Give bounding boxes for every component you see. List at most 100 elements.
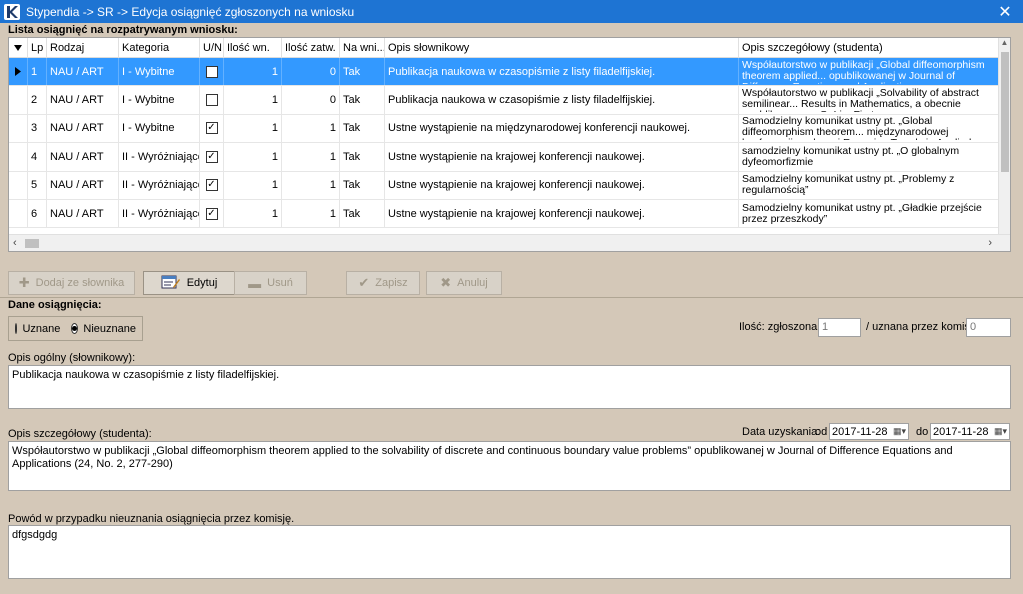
cell-lp: 6 xyxy=(28,199,47,228)
table-row[interactable]: 3 NAU / ART I - Wybitne ✓ 1 1 Tak Ustne … xyxy=(9,114,999,144)
cell-opis-szczegolowy: Samodzielny komunikat ustny pt. „Problem… xyxy=(739,172,999,199)
cell-opis-szczegolowy-text: Współautorstwo w publikacji „Solvability… xyxy=(742,88,979,112)
cell-ilosc-zatw: 0 xyxy=(282,86,340,114)
qty-reported-label: Ilość: zgłoszona xyxy=(739,321,818,333)
col-header-rodzaj[interactable]: Rodzaj xyxy=(47,38,119,58)
reason-label: Powód w przypadku nieuznania osiągnięcia… xyxy=(8,513,295,525)
cell-opis-slownikowy: Ustne wystąpienie na krajowej konferencj… xyxy=(385,143,739,171)
cell-opis-szczegolowy: Współautorstwo w publikacji „Solvability… xyxy=(739,86,999,113)
col-header-ilosc-zatw[interactable]: Ilość zatw. xyxy=(282,38,340,58)
cell-na-wn: Tak xyxy=(340,86,385,114)
cell-opis-szczegolowy: Samodzielny komunikat ustny pt. „Gładkie… xyxy=(739,200,999,227)
date-to-value: 2017-11-28 xyxy=(933,425,989,438)
edit-button[interactable]: Edytuj xyxy=(143,271,235,295)
cell-kategoria: I - Wybitne xyxy=(119,86,200,114)
horizontal-scroll-thumb[interactable] xyxy=(25,239,39,248)
row-pointer-empty xyxy=(9,86,28,114)
cell-na-wn: Tak xyxy=(340,143,385,171)
calendar-dropdown-icon[interactable]: ▦▾ xyxy=(893,426,906,437)
col-header-ilosc-wn[interactable]: Ilość wn. xyxy=(224,38,282,58)
add-from-dictionary-button[interactable]: ✚ Dodaj ze słownika xyxy=(8,271,135,295)
details-section-label: Dane osiągnięcia: xyxy=(8,299,102,311)
col-header-na-wn[interactable]: Na wni... xyxy=(340,38,385,58)
save-button-label: Zapisz xyxy=(375,277,408,289)
cell-rodzaj: NAU / ART xyxy=(47,58,119,86)
table-row[interactable]: 6 NAU / ART II - Wyróżniające ✓ 1 1 Tak … xyxy=(9,199,999,229)
cell-opis-szczegolowy: samodzielny komunikat ustny pt. „O globa… xyxy=(739,143,999,170)
cell-kategoria: II - Wyróżniające xyxy=(119,199,200,228)
scroll-right-icon[interactable]: › xyxy=(988,237,992,249)
reason-field[interactable]: dfgsdgdg xyxy=(8,525,1011,579)
col-header-kategoria[interactable]: Kategoria xyxy=(119,38,200,58)
calendar-dropdown-icon[interactable]: ▦▾ xyxy=(994,426,1007,437)
col-header-opis-slownikowy[interactable]: Opis słownikowy xyxy=(385,38,739,58)
date-label: Data uzyskania: xyxy=(742,426,821,438)
un-checkbox[interactable] xyxy=(205,65,218,78)
general-description-field[interactable]: Publikacja naukowa w czasopiśmie z listy… xyxy=(8,365,1011,409)
achievements-grid[interactable]: Lp Rodzaj Kategoria U/N Ilość wn. Ilość … xyxy=(8,37,1011,252)
cell-opis-szczegolowy-text: Współautorstwo w publikacji „Global diff… xyxy=(742,59,985,84)
add-button-label: Dodaj ze słownika xyxy=(35,277,125,289)
vertical-scroll-thumb[interactable] xyxy=(1001,52,1009,172)
vertical-scrollbar[interactable]: ▲ xyxy=(998,38,1010,235)
un-checkbox[interactable] xyxy=(205,94,218,107)
radio-accepted[interactable] xyxy=(15,323,18,334)
radio-rejected-label[interactable]: Nieuznane xyxy=(83,323,136,335)
cell-na-wn: Tak xyxy=(340,199,385,228)
date-to-picker[interactable]: 2017-11-28 ▦▾ xyxy=(930,423,1010,440)
col-header-opis-szczegolowy[interactable]: Opis szczegółowy (studenta) xyxy=(739,38,999,58)
scroll-up-icon[interactable]: ▲ xyxy=(999,38,1010,50)
un-checkbox[interactable]: ✓ xyxy=(205,122,218,135)
date-from-picker[interactable]: 2017-11-28 ▦▾ xyxy=(829,423,909,440)
qty-accepted-label: / uznana przez komisję xyxy=(866,321,979,333)
un-checkbox[interactable]: ✓ xyxy=(205,207,218,220)
scroll-left-icon[interactable]: ‹ xyxy=(13,237,17,249)
row-pointer-empty xyxy=(9,143,28,171)
cell-lp: 5 xyxy=(28,171,47,199)
radio-rejected[interactable] xyxy=(71,323,79,334)
cell-lp: 1 xyxy=(28,58,47,86)
cell-ilosc-zatw: 1 xyxy=(282,171,340,199)
col-header-un[interactable]: U/N xyxy=(200,38,224,58)
cancel-button[interactable]: ✖ Anuluj xyxy=(426,271,502,295)
cell-opis-szczegolowy-text: samodzielny komunikat ustny pt. „O globa… xyxy=(742,145,960,168)
cell-rodzaj: NAU / ART xyxy=(47,86,119,114)
table-row[interactable]: 4 NAU / ART II - Wyróżniające ✓ 1 1 Tak … xyxy=(9,143,999,172)
cell-opis-szczegolowy-text: Samodzielny komunikat ustny pt. „Problem… xyxy=(742,174,955,197)
cell-kategoria: II - Wyróżniające xyxy=(119,143,200,171)
un-checkbox[interactable]: ✓ xyxy=(205,150,218,163)
un-checkbox[interactable]: ✓ xyxy=(205,179,218,192)
cell-rodzaj: NAU / ART xyxy=(47,143,119,171)
grid-header: Lp Rodzaj Kategoria U/N Ilość wn. Ilość … xyxy=(9,38,999,58)
qty-accepted-field[interactable]: 0 xyxy=(966,318,1011,337)
sort-indicator-icon[interactable] xyxy=(9,38,28,58)
edit-button-label: Edytuj xyxy=(186,277,218,289)
cell-ilosc-wn: 1 xyxy=(224,171,282,199)
edit-icon xyxy=(161,274,181,293)
table-row[interactable]: 2 NAU / ART I - Wybitne 1 0 Tak Publikac… xyxy=(9,86,999,115)
table-row[interactable]: 5 NAU / ART II - Wyróżniające ✓ 1 1 Tak … xyxy=(9,171,999,200)
qty-reported-field[interactable]: 1 xyxy=(818,318,861,337)
close-button[interactable]: ✕ xyxy=(991,2,1019,21)
cell-un: ✓ xyxy=(200,143,224,171)
table-row[interactable]: 1 NAU / ART I - Wybitne 1 0 Tak Publikac… xyxy=(9,58,999,87)
minus-icon: ▬ xyxy=(248,275,262,291)
row-pointer-empty xyxy=(9,114,28,143)
cell-ilosc-wn: 1 xyxy=(224,86,282,114)
cell-ilosc-zatw: 1 xyxy=(282,199,340,228)
title-bar: Stypendia -> SR -> Edycja osiągnięć zgło… xyxy=(0,0,1023,23)
date-from-label: od xyxy=(815,426,828,438)
grid-body: 1 NAU / ART I - Wybitne 1 0 Tak Publikac… xyxy=(9,58,999,229)
section-divider xyxy=(0,297,1023,298)
row-pointer-empty xyxy=(9,199,28,228)
delete-button[interactable]: ▬ Usuń xyxy=(234,271,307,295)
cell-opis-slownikowy: Publikacja naukowa w czasopiśmie z listy… xyxy=(385,86,739,114)
save-button[interactable]: ✔ Zapisz xyxy=(346,271,420,295)
col-header-lp[interactable]: Lp xyxy=(28,38,47,58)
date-from-value: 2017-11-28 xyxy=(832,425,888,438)
cell-un: ✓ xyxy=(200,199,224,228)
radio-accepted-label[interactable]: Uznane xyxy=(22,323,60,335)
detail-description-field[interactable]: Współautorstwo w publikacji „Global diff… xyxy=(8,441,1011,491)
cell-lp: 2 xyxy=(28,86,47,114)
horizontal-scrollbar[interactable]: ‹ › xyxy=(9,234,1010,251)
